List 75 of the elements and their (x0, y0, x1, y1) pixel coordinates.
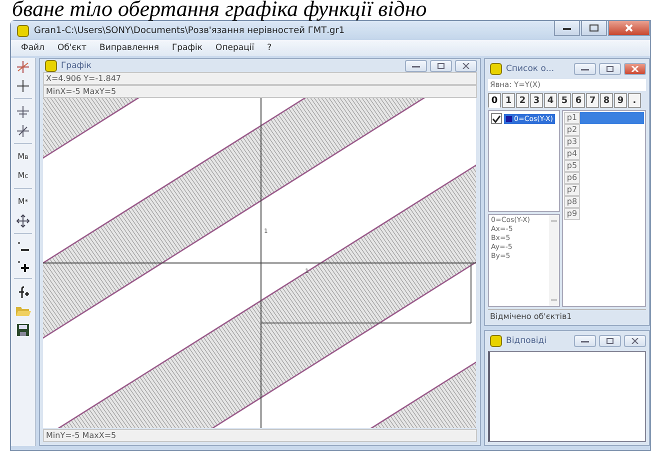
window-icon (490, 335, 502, 347)
maximize-button[interactable] (430, 60, 452, 72)
maximize-icon (606, 66, 614, 72)
close-button[interactable] (608, 21, 650, 36)
scrollbar[interactable] (549, 215, 559, 306)
maximize-button[interactable] (581, 21, 607, 36)
minimize-button[interactable] (554, 21, 580, 36)
parameter-row[interactable]: p9 (564, 208, 644, 220)
tab[interactable]: 0 (488, 93, 501, 108)
maximize-button[interactable] (599, 335, 621, 347)
range-label: MinY=-5 MaxX=5 (43, 429, 477, 442)
status-bar: Відмічено об'єктів1 (488, 309, 646, 323)
maximize-icon (606, 338, 614, 344)
tab[interactable]: 4 (544, 93, 557, 108)
menu-item[interactable]: Об'єкт (57, 43, 87, 53)
window-icon (490, 63, 502, 75)
plus-icon (16, 258, 30, 272)
function-icon (16, 284, 30, 298)
cursor-coordinates: X=4.906 Y=-1.847 (43, 72, 477, 85)
tab[interactable]: 9 (614, 93, 627, 108)
close-icon (631, 338, 639, 344)
menu-item[interactable]: ? (267, 43, 272, 53)
app-icon (17, 24, 29, 36)
minimize-icon (562, 25, 572, 31)
minimize-icon (581, 66, 589, 72)
window-title: Список о... (506, 64, 556, 74)
tab[interactable]: 2 (516, 93, 529, 108)
answers-text-area[interactable] (488, 351, 646, 442)
window-title: Відповіді (506, 336, 548, 346)
axes-icon (16, 60, 30, 74)
minimize-icon (581, 338, 589, 344)
window-title: Графік (61, 60, 93, 70)
tab[interactable]: 1 (502, 93, 515, 108)
plus-icon (16, 78, 30, 92)
menu-item[interactable]: Виправлення (100, 43, 159, 53)
scroll-up-icon[interactable] (551, 219, 557, 223)
move-icon (16, 214, 30, 228)
menu-item[interactable]: Операції (216, 43, 254, 53)
parameter-row[interactable]: p2 (564, 124, 644, 136)
checkbox[interactable] (491, 113, 502, 124)
close-button[interactable] (624, 335, 646, 347)
minimize-button[interactable] (574, 335, 596, 347)
close-icon (631, 66, 639, 72)
maximize-icon (437, 62, 445, 68)
parameter-row[interactable]: p6 (564, 172, 644, 184)
tab[interactable]: 6 (572, 93, 585, 108)
scroll-down-icon[interactable] (551, 298, 557, 302)
parameter-row[interactable]: p4 (564, 148, 644, 160)
maximize-button[interactable] (599, 63, 621, 75)
save-icon (16, 322, 30, 336)
maximize-icon (589, 24, 599, 32)
window-title: Gran1-C:\Users\SONY\Documents\Розв'язання нерівностей ГМТ.gr1 (34, 26, 346, 36)
close-icon (462, 62, 470, 68)
close-button[interactable] (455, 60, 477, 72)
minimize-button[interactable] (574, 63, 596, 75)
tab[interactable]: 7 (586, 93, 599, 108)
crosshair-icon (16, 104, 30, 118)
tab[interactable]: 8 (600, 93, 613, 108)
range-label: MinX=-5 MaxY=5 (43, 85, 477, 98)
menu-item[interactable]: Графік (172, 43, 202, 53)
close-icon (624, 24, 634, 32)
tab[interactable]: . (628, 93, 641, 108)
parameter-row[interactable]: p3 (564, 136, 644, 148)
tab[interactable]: 5 (558, 93, 571, 108)
minus-icon (16, 240, 30, 254)
caption-text: бване тіло обертання графіка функції відно (11, 0, 428, 20)
menu-item[interactable]: Файл (21, 43, 44, 53)
close-button[interactable] (624, 63, 646, 75)
crosshair-icon (16, 124, 30, 138)
parameter-row[interactable]: p7 (564, 184, 644, 196)
window-icon (45, 60, 57, 72)
minimize-button[interactable] (405, 60, 427, 72)
parameter-row[interactable]: p5 (564, 160, 644, 172)
tab[interactable]: 3 (530, 93, 543, 108)
parameter-row[interactable]: p8 (564, 196, 644, 208)
